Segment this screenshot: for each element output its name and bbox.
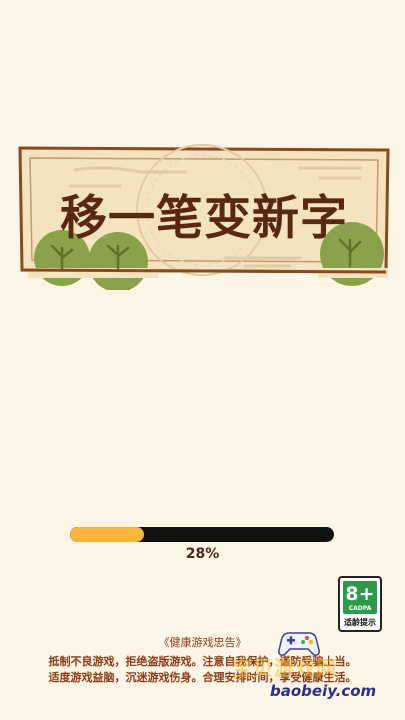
age-rating-caption: 适龄提示 — [344, 618, 376, 627]
loading-percentage: 28% — [185, 546, 220, 562]
age-rating-number: 8+ — [345, 583, 375, 605]
loading-progress-fill — [70, 527, 144, 542]
age-rating-top: 8+ CADPA — [343, 581, 377, 614]
health-advisory-line-1: 抵制不良游戏，拒绝盗版游戏。注意自我保护，谨防受骗上当。 — [48, 655, 357, 668]
age-rating-org: CADPA — [348, 605, 372, 612]
game-title: 移一笔变新字 — [60, 190, 348, 246]
watermark-text: 宝贝游戏网 — [232, 656, 337, 680]
health-advisory-title: 《健康游戏忠告》 — [158, 636, 247, 649]
age-rating-badge: 8+ CADPA 适龄提示 — [338, 576, 382, 632]
loading-progress-bar — [70, 527, 334, 542]
watermark-url: baobeiy.com — [270, 682, 377, 700]
